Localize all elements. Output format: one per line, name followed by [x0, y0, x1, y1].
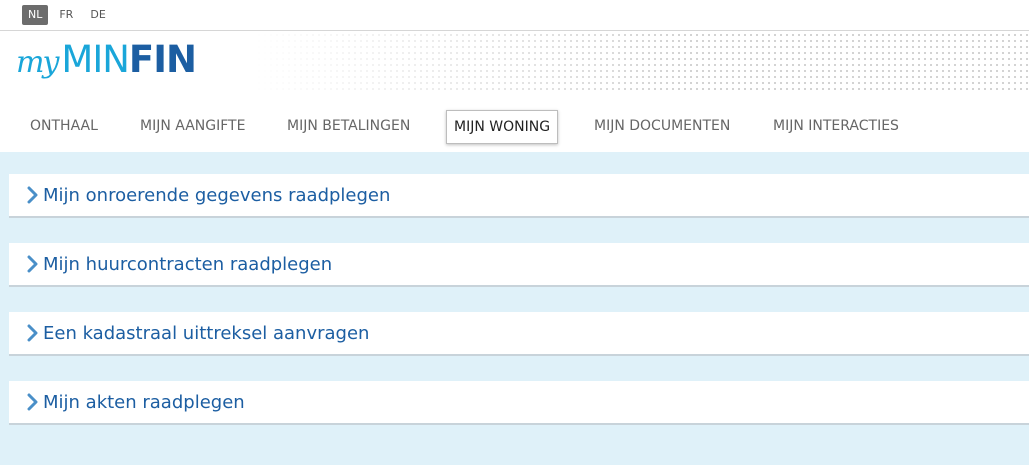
- chevron-right-icon: [27, 324, 38, 342]
- header: my MIN FIN: [0, 32, 1029, 90]
- panel-title: Mijn huurcontracten raadplegen: [43, 253, 333, 275]
- myminfin-logo[interactable]: my MIN FIN: [16, 38, 197, 82]
- nav-mijn-documenten[interactable]: MIJN DOCUMENTEN: [587, 110, 737, 142]
- logo-my: my: [16, 45, 59, 80]
- nav-mijn-aangifte[interactable]: MIJN AANGIFTE: [133, 110, 252, 142]
- language-de[interactable]: DE: [84, 5, 111, 25]
- dot-pattern-decoration: [250, 32, 1029, 90]
- nav-onthaal[interactable]: ONTHAAL: [23, 110, 105, 142]
- content-area: Mijn onroerende gegevens raadplegen Mijn…: [0, 152, 1029, 465]
- panel-onroerende-gegevens[interactable]: Mijn onroerende gegevens raadplegen: [9, 174, 1029, 218]
- panel-akten[interactable]: Mijn akten raadplegen: [9, 381, 1029, 425]
- panel-huurcontracten[interactable]: Mijn huurcontracten raadplegen: [9, 243, 1029, 287]
- language-fr[interactable]: FR: [53, 5, 79, 25]
- chevron-right-icon: [27, 186, 38, 204]
- panel-kadastraal-uittreksel[interactable]: Een kadastraal uittreksel aanvragen: [9, 312, 1029, 356]
- panel-title: Een kadastraal uittreksel aanvragen: [43, 322, 370, 344]
- logo-min: MIN: [61, 38, 130, 81]
- chevron-right-icon: [27, 393, 38, 411]
- logo-fin: FIN: [128, 38, 197, 81]
- language-bar: NL FR DE: [0, 0, 1029, 31]
- nav-mijn-woning[interactable]: MIJN WONING: [446, 110, 559, 144]
- main-navigation: ONTHAAL MIJN AANGIFTE MIJN BETALINGEN MI…: [0, 104, 1029, 152]
- nav-mijn-betalingen[interactable]: MIJN BETALINGEN: [280, 110, 417, 142]
- language-nl[interactable]: NL: [22, 5, 49, 25]
- panel-title: Mijn akten raadplegen: [43, 391, 245, 413]
- panel-title: Mijn onroerende gegevens raadplegen: [43, 184, 391, 206]
- chevron-right-icon: [27, 255, 38, 273]
- nav-mijn-interacties[interactable]: MIJN INTERACTIES: [766, 110, 906, 142]
